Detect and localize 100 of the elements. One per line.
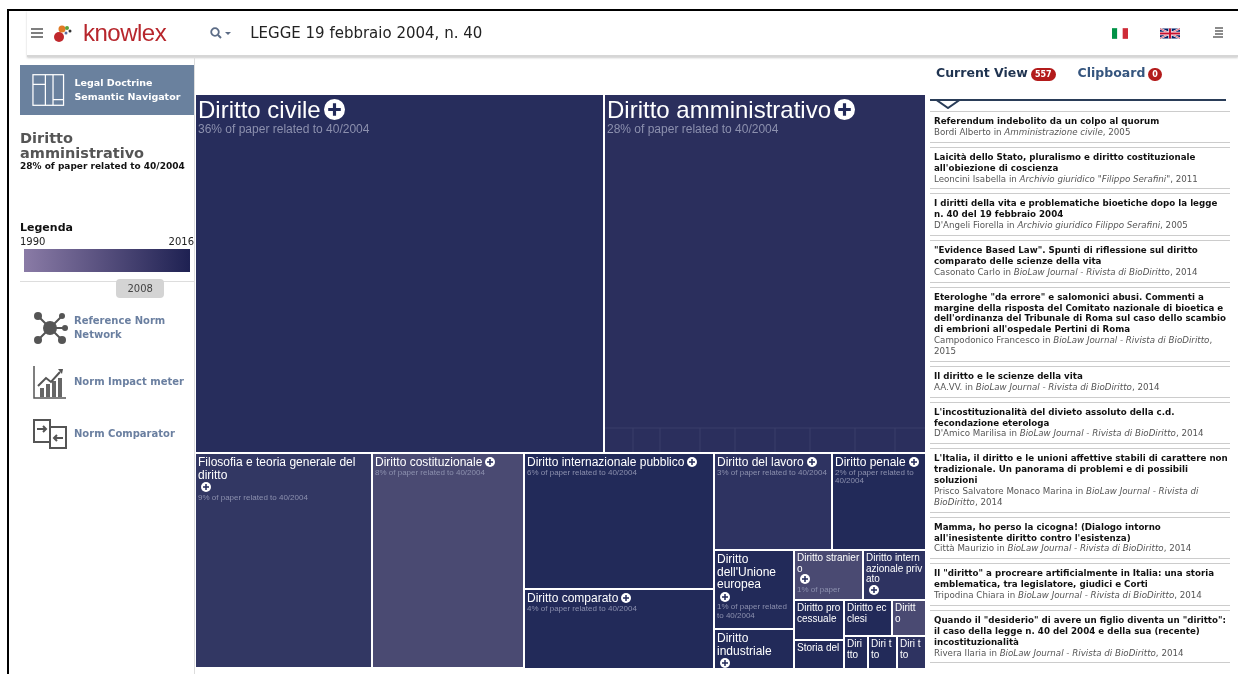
treemap-tile[interactable]: Diritto ecclesi [844, 600, 892, 636]
treemap-tile[interactable]: Diritto dell'Unione europea 1% of paper related to 40/2004 [714, 550, 794, 629]
tile-title: Diritto civile [198, 97, 321, 124]
treemap-tile[interactable]: Storia del [794, 640, 844, 669]
paper-card[interactable] [930, 286, 1230, 362]
tile-title: Diritto penale [835, 456, 906, 469]
treemap-tile[interactable]: Diritto internazionale privato [863, 550, 926, 600]
treemap-tile[interactable]: Diri tto [844, 636, 868, 669]
tile-share: 9% of paper related to 40/2004 [198, 493, 309, 503]
treemap-tile[interactable]: Diritto penale 2% of paper related to 40/2004 [832, 453, 926, 550]
paper-card[interactable]: Quando il "desiderio" di avere un figlio diventa un "diritto": il caso della legge n. 40 del 2004 e della sua (recente) incostituzionalità Rivera Ilaria in BioLaw Journal - Rivista di BioDiritto, 2014 [930, 609, 1230, 664]
search-query[interactable]: LEGGE 19 febbraio 2004, n. 40 [250, 24, 483, 42]
plus-icon[interactable] [800, 574, 810, 584]
paper-source: Bordi Alberto in Amministrazione civile, 2005 [934, 126, 1132, 138]
paper-source: Casonato Carlo in BioLaw Journal - Rivista di BioDiritto, 2014 [934, 266, 1199, 278]
paper-card[interactable]: L'incostituzionalità del divieto assoluto della c.d. fecondazione eterologa D'Amico Marilisa in BioLaw Journal - Rivista di BioDiritto, 2014 [930, 401, 1230, 445]
treemap-tile[interactable]: Diritto del lavoro 3% of paper related to 40/2004 [714, 453, 832, 550]
treemap-tile[interactable]: Diritto internazionale pubblico 6% of paper related to 40/2004 [524, 453, 714, 589]
paper-title: Mamma, ho perso la cicogna! (Dialogo intorno all'inesistente diritto contro l'esistenza) [934, 521, 1162, 544]
paper-source: Prisco Salvatore Monaco Marina in BioLaw Journal - Rivista di BioDiritto, 2014 [934, 485, 1200, 508]
paper-source: Città Maurizio in BioLaw Journal - Rivista di BioDiritto, 2014 [934, 543, 1193, 555]
paper-title: Eterologhe "da errore" e salomonici abusi. Commenti a margine della risposta del Comitato nazionale di bioetica e dell'ordinanza del Tribunale di Roma sul caso dello scambio di embrioni all'ospedale Pertini di Roma [934, 291, 1227, 336]
year-tooltip: 2008 [116, 279, 165, 299]
tool-link[interactable]: Norm Comparator [32, 418, 194, 451]
plus-icon[interactable] [201, 482, 211, 493]
compare-icon [32, 418, 68, 451]
tile-title: Diritto del lavoro [717, 456, 804, 469]
tile-title: Diritto costituzionale [375, 456, 483, 469]
document-icon[interactable] [1212, 27, 1224, 39]
tile-title: Filosofia e teoria generale del diritto [198, 456, 357, 482]
plus-icon[interactable] [323, 99, 345, 121]
paper-source: AA.VV. in BioLaw Journal - Rivista di BioDiritto, 2014 [934, 381, 1161, 393]
treemap-tile[interactable]: Diri tto [897, 636, 926, 669]
tile-share: 1% of paper related to 40/2004 [717, 603, 788, 621]
paper-card[interactable]: Il diritto e le scienze della vita AA.VV. in BioLaw Journal - Rivista di BioDiritto, 2014 [930, 365, 1230, 398]
paper-title: Quando il "desiderio" di avere un figlio diventa un "diritto": il caso della legge n. 40 del 2004 e della sua (recente) incostituzionalità [934, 614, 1227, 648]
paper-title: Referendum indebolito da un colpo al quorum [934, 116, 1161, 127]
tile-share: 2% of paper related to 40/2004 [835, 468, 915, 487]
tile-share: 36% of paper related to 40/2004 [198, 123, 371, 137]
plus-icon[interactable] [687, 457, 698, 467]
tile-title: Diritto processuale [797, 603, 841, 624]
legend-title: Legenda [20, 221, 74, 235]
app-banner[interactable]: Legal Doctrine Semantic Navigator [20, 65, 194, 115]
plus-icon[interactable] [806, 457, 817, 467]
paper-title: L'Italia, il diritto e le unioni affettive stabili di carattere non tradizionale. Un panorama di problemi e di possibili soluzioni [934, 453, 1228, 486]
search-icon[interactable] [210, 27, 233, 39]
paper-card[interactable]: Referendum indebolito da un colpo al quorum Bordi Alberto in Amministrazione civile, 2005 [930, 111, 1230, 143]
paper-card[interactable]: Laicità dello Stato, pluralismo e diritto costituzionale all'obiezione di coscienza Leoncini Isabella in Archivio giuridico "Filippo Serafini", 2011 [930, 146, 1230, 190]
logo-icon [53, 23, 73, 43]
treemap-tile[interactable]: Diritto amministrativo 28% of paper related to 40/2004 [604, 94, 926, 453]
tile-title: Diritto industriale [717, 632, 773, 658]
tool-link[interactable]: Reference Norm Network [32, 310, 194, 347]
paper-title: L'incostituzionalità del divieto assoluto della c.d. fecondazione eterologa [934, 406, 1176, 429]
tile-title: Diritto amministrativo [607, 97, 832, 124]
paper-card[interactable] [930, 448, 1230, 513]
count-badge: 0 [1148, 68, 1162, 81]
layout-icon [32, 73, 65, 107]
treemap-tile[interactable]: Diritto industriale [714, 629, 794, 669]
panel-tab[interactable]: Current View 557 [936, 65, 1056, 85]
plus-icon[interactable] [720, 591, 730, 602]
plus-icon[interactable] [485, 457, 496, 467]
italian-flag-icon[interactable] [1112, 27, 1128, 39]
paper-source: Leoncini Isabella in Archivio giuridico "Filippo Serafini", 2011 [934, 173, 1199, 185]
network-icon [32, 310, 68, 347]
tile-share: 4% of paper related to 40/2004 [527, 604, 638, 614]
plus-icon[interactable] [869, 584, 879, 595]
uk-flag-icon[interactable] [1160, 27, 1180, 39]
tile-share: 28% of paper related to 40/2004 [607, 123, 780, 137]
treemap-tile[interactable]: Diritto processuale [794, 600, 844, 640]
legend-start-year: 1990 [20, 236, 46, 248]
paper-card[interactable]: "Evidence Based Law". Spunti di riflessione sul diritto comparato delle scienze della vita Casonato Carlo in BioLaw Journal - Rivista di BioDiritto, 2014 [930, 240, 1230, 283]
tile-title: Diritt o [895, 603, 917, 624]
selected-category-title: Diritto amministrativo [20, 131, 146, 162]
plus-icon[interactable] [621, 593, 632, 603]
tile-title: Diritto internazionale privato [866, 553, 923, 585]
tile-title: Diritto dell'Unione europea [717, 553, 777, 591]
tool-link[interactable]: Norm Impact meter [32, 364, 194, 401]
menu-icon[interactable] [31, 28, 43, 38]
tile-share: 1% of paper [797, 585, 842, 595]
plus-icon[interactable] [834, 99, 856, 121]
paper-source: Tripodina Chiara in BioLaw Journal - Rivista di BioDiritto, 2014 [934, 590, 1203, 601]
tile-title: Diritto ecclesi [847, 603, 888, 624]
paper-source: Rivera Ilaria in BioLaw Journal - Rivista di BioDiritto, 2014 [934, 647, 1185, 659]
treemap-tile[interactable]: Filosofia e teoria generale del diritto 9% of paper related to 40/2004 [195, 453, 372, 668]
app-title: Legal Doctrine Semantic Navigator [74, 76, 182, 104]
paper-title: Il "diritto" a procreare artificialmente in Italia: una storia emblematica, tra legislatore, giudici e Corti [934, 568, 1216, 590]
plus-icon[interactable] [720, 658, 730, 668]
treemap-tile[interactable]: Diritto comparato 4% of paper related to 40/2004 [524, 589, 714, 669]
paper-card[interactable]: I diritti della vita e problematiche bioetiche dopo la legge n. 40 del 19 febbraio 2004 D'Angeli Fiorella in Archivio giuridico Filippo Serafini, 2005 [930, 193, 1230, 236]
paper-card[interactable]: Mamma, ho perso la cicogna! (Dialogo intorno all'inesistente diritto contro l'esistenza) Città Maurizio in BioLaw Journal - Rivista di BioDiritto, 2014 [930, 516, 1230, 560]
treemap-tile[interactable]: Diri tto [868, 636, 897, 669]
paper-title: Laicità dello Stato, pluralismo e diritto costituzionale all'obiezione di coscienza [934, 151, 1197, 174]
treemap-tile[interactable]: Diritto straniero 1% of paper [794, 550, 863, 600]
tile-title: Diritto comparato [527, 592, 619, 605]
paper-card[interactable]: Il "diritto" a procreare artificialmente in Italia: una storia emblematica, tra legislatore, giudici e Corti Tripodina Chiara in BioLaw Journal - Rivista di BioDiritto, 2014 [930, 563, 1230, 606]
tile-title: Diritto internazionale pubblico [527, 456, 685, 469]
treemap-tile[interactable]: Diritto civile 36% of paper related to 40/2004 [195, 94, 604, 453]
treemap-tile[interactable]: Diritt o [892, 600, 926, 636]
panel-tab[interactable]: Clipboard 0 [1077, 65, 1162, 85]
plus-icon[interactable] [908, 457, 919, 467]
